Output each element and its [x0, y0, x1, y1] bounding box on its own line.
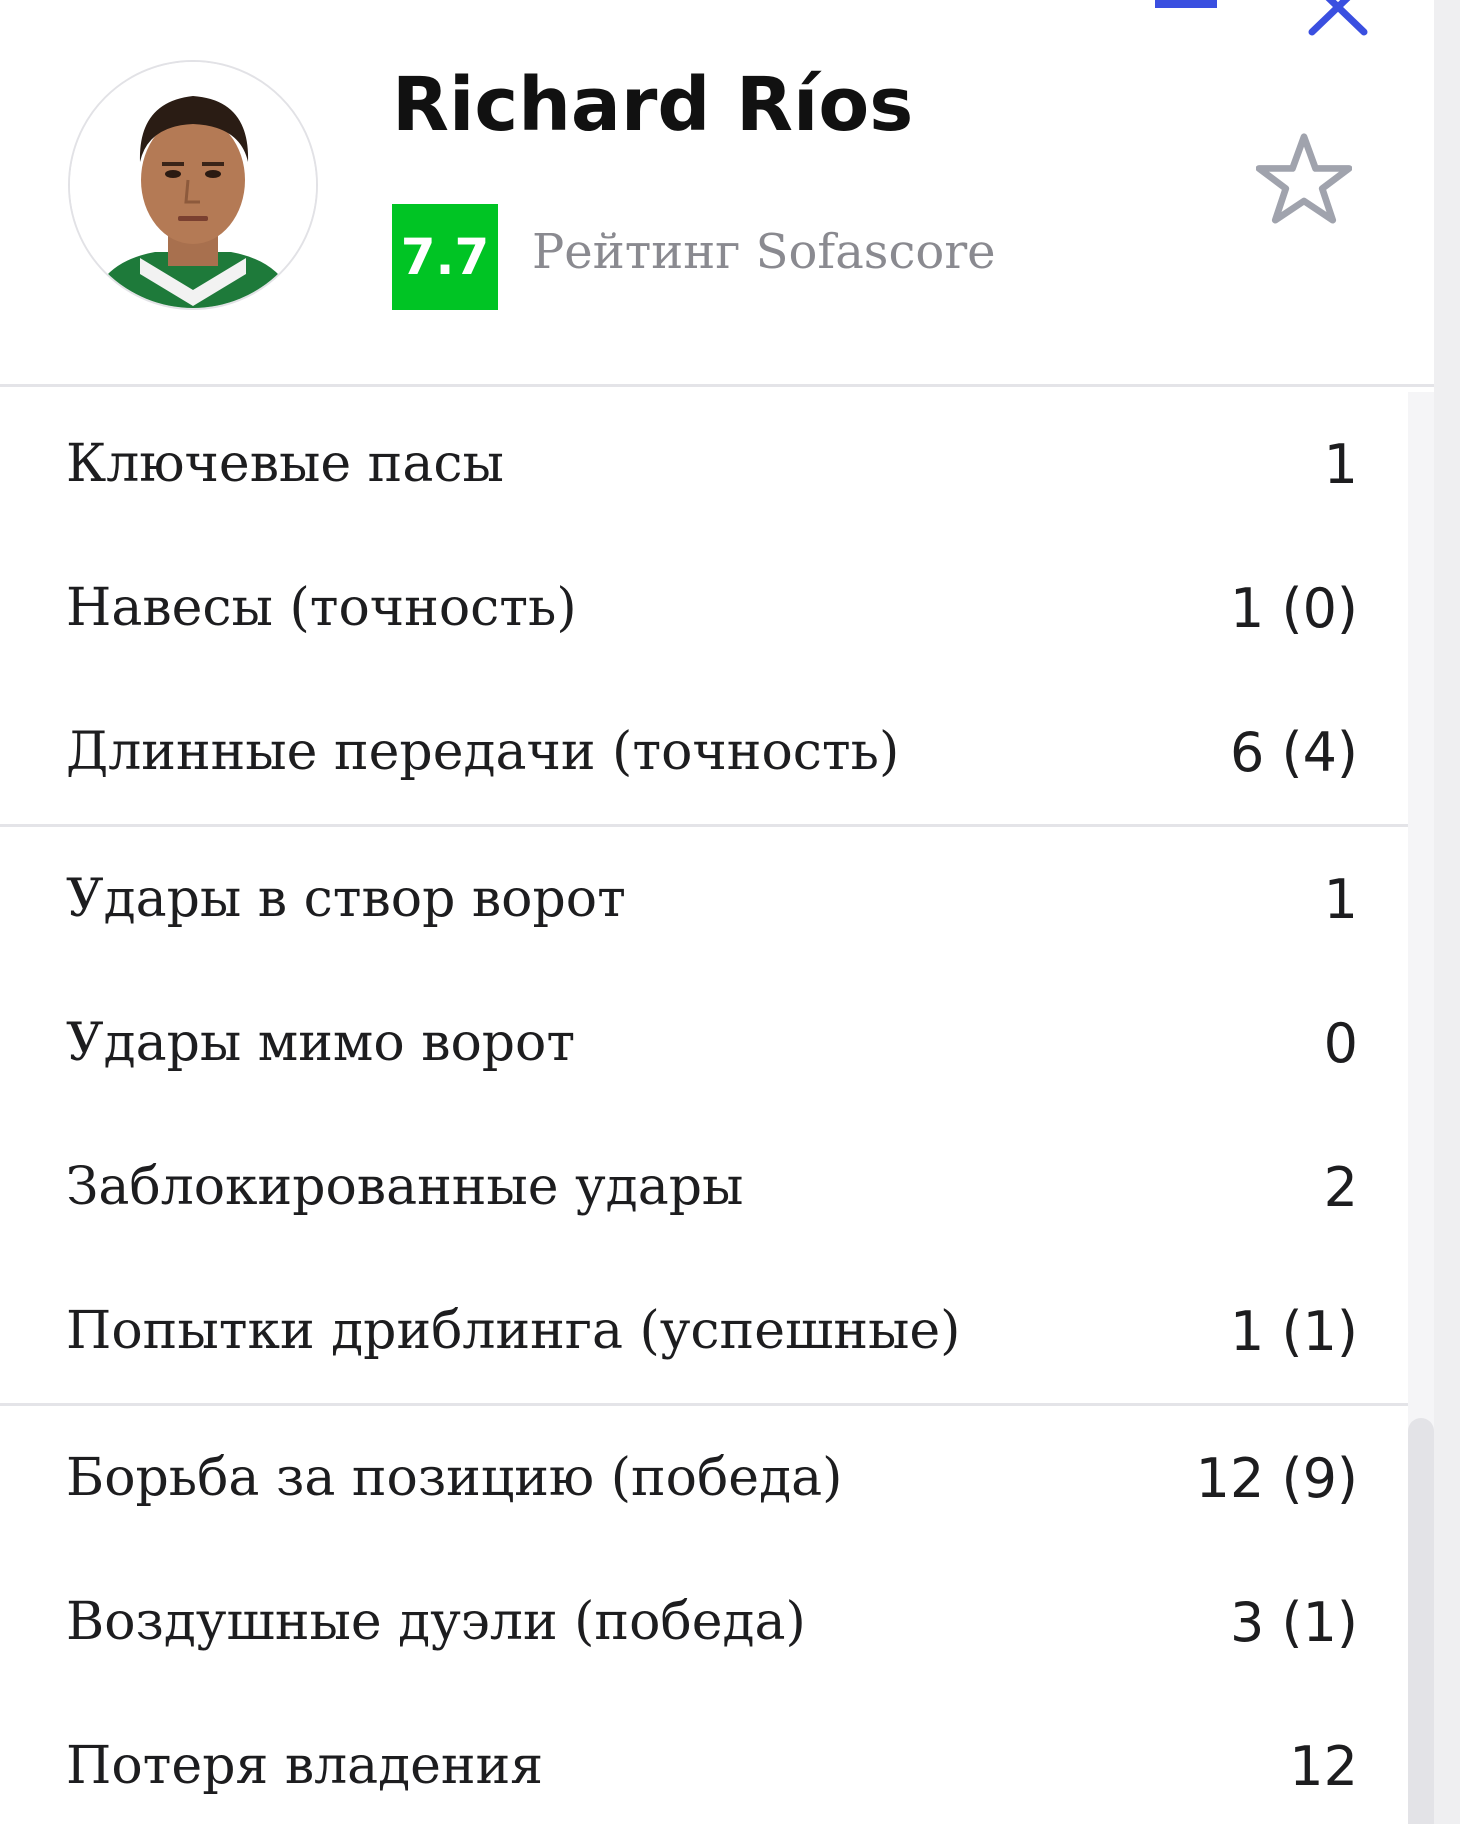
stat-label: Попытки дриблинга (успешные) — [66, 1301, 961, 1361]
player-name: Richard Ríos — [392, 62, 914, 148]
stat-group: Ключевые пасы 1 Навесы (точность) 1 (0) Длин… — [0, 392, 1408, 827]
stat-value: 3 (1) — [1229, 1590, 1358, 1654]
player-photo — [70, 62, 316, 308]
stat-row: Ключевые пасы 1 — [0, 392, 1408, 536]
stat-value: 12 — [1289, 1734, 1358, 1798]
stat-value: 2 — [1323, 1155, 1358, 1219]
star-outline-icon[interactable] — [1256, 132, 1352, 224]
stat-label: Борьба за позицию (победа) — [66, 1448, 843, 1508]
stat-row: Удары в створ ворот 1 — [0, 827, 1408, 971]
player-stats-panel: Richard Ríos 7.7 Рейтинг Sofascore Ключе… — [0, 0, 1434, 1824]
stat-row: Воздушные дуэли (победа) 3 (1) — [0, 1550, 1408, 1694]
stat-label: Навесы (точность) — [66, 578, 577, 638]
stat-value: 1 (0) — [1229, 576, 1358, 640]
player-header: Richard Ríos 7.7 Рейтинг Sofascore — [0, 0, 1434, 387]
stat-label: Потеря владения — [66, 1736, 544, 1796]
stat-value: 0 — [1323, 1011, 1358, 1075]
scrollbar-thumb[interactable] — [1408, 1418, 1434, 1824]
stat-row: Попытки дриблинга (успешные) 1 (1) — [0, 1259, 1408, 1403]
stat-value: 6 (4) — [1229, 720, 1358, 784]
stat-row: Навесы (точность) 1 (0) — [0, 536, 1408, 680]
stat-value: 1 (1) — [1229, 1299, 1358, 1363]
stat-label: Воздушные дуэли (победа) — [66, 1592, 806, 1652]
stat-label: Удары мимо ворот — [66, 1013, 576, 1073]
stat-row: Заблокированные удары 2 — [0, 1115, 1408, 1259]
stat-group: Борьба за позицию (победа) 12 (9) Воздушны… — [0, 1406, 1408, 1838]
stat-value: 1 — [1323, 432, 1358, 496]
stat-value: 1 — [1323, 867, 1358, 931]
stat-row: Длинные передачи (точность) 6 (4) — [0, 680, 1408, 824]
rating-badge: 7.7 — [392, 204, 498, 310]
stat-label: Удары в створ ворот — [66, 869, 626, 929]
player-avatar[interactable] — [68, 60, 318, 310]
stat-row: Удары мимо ворот 0 — [0, 971, 1408, 1115]
scrollbar-track[interactable] — [1434, 0, 1460, 1824]
stat-row: Потеря владения 12 — [0, 1694, 1408, 1838]
stat-label: Заблокированные удары — [66, 1157, 744, 1217]
stat-label: Ключевые пасы — [66, 434, 504, 494]
stat-label: Длинные передачи (точность) — [66, 722, 900, 782]
stat-value: 12 (9) — [1195, 1446, 1358, 1510]
stat-group: Удары в створ ворот 1 Удары мимо ворот 0 Заб… — [0, 827, 1408, 1406]
stats-list: Ключевые пасы 1 Навесы (точность) 1 (0) Длин… — [0, 392, 1408, 1838]
rating-label: Рейтинг Sofascore — [532, 224, 996, 280]
stat-row: Борьба за позицию (победа) 12 (9) — [0, 1406, 1408, 1550]
